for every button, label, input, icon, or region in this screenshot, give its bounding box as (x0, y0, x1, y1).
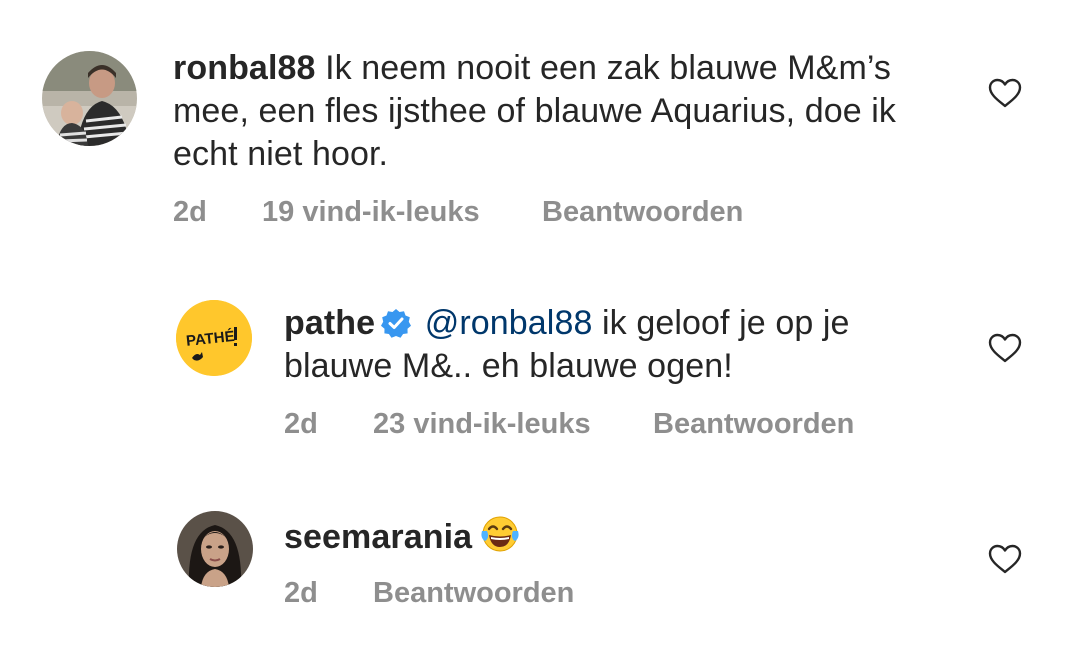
username-link[interactable]: seemarania (284, 518, 472, 556)
face-with-tears-of-joy-icon (481, 516, 519, 552)
profile-photo-icon (177, 511, 253, 587)
comment-time: 2d (284, 577, 318, 609)
heart-outline-icon[interactable] (988, 544, 1022, 574)
comment-meta: 2d Beantwoorden (284, 577, 784, 613)
comment-seemarania: seemarania 2d Beantwoorden (0, 0, 1080, 661)
avatar-seemarania[interactable] (177, 511, 253, 587)
comment-text-block: seemarania (284, 514, 964, 559)
reply-button[interactable]: Beantwoorden (373, 577, 574, 610)
